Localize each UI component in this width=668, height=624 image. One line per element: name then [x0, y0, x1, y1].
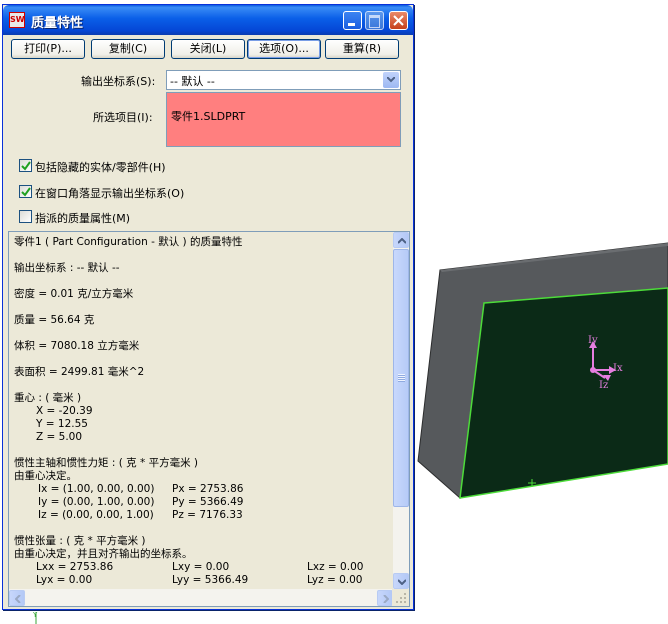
svg-text:Y: Y [32, 611, 38, 619]
result-lxx: Lxx = 2753.86 [36, 561, 114, 573]
show-coord-checkbox[interactable] [19, 185, 32, 198]
scroll-right-button[interactable] [377, 590, 393, 606]
front-face[interactable] [459, 287, 668, 499]
result-iy: Iy = (0.00, 1.00, 0.00) [38, 496, 155, 508]
result-tensor-note: 由重心决定，并且对齐输出的坐标系。 [14, 548, 193, 560]
vertical-scrollbar[interactable] [393, 232, 409, 589]
close-button[interactable]: 关闭(L) [171, 39, 245, 59]
assigned-props-checkbox[interactable] [19, 210, 32, 223]
coord-system-label: 输出坐标系(S): [81, 75, 156, 88]
solidworks-icon: SW [9, 12, 25, 28]
assigned-props-label[interactable]: 指派的质量属性(M) [35, 210, 130, 226]
result-header: 零件1 ( Part Configuration - 默认 ) 的质量特性 [14, 236, 243, 248]
include-hidden-checkbox[interactable] [19, 159, 32, 172]
window-title: 质量特性 [31, 16, 84, 31]
dropdown-button[interactable] [383, 72, 399, 88]
result-py: Py = 5366.49 [172, 496, 244, 508]
horizontal-scrollbar[interactable] [9, 589, 393, 606]
result-coord: 输出坐标系 : -- 默认 -- [14, 262, 120, 274]
result-iz: Iz = (0.00, 0.00, 1.00) [38, 509, 154, 521]
result-principal-title: 惯性主轴和惯性力矩 : ( 克 * 平方毫米 ) [14, 457, 199, 469]
chevron-left-icon [15, 595, 21, 603]
close-window-button[interactable] [389, 11, 408, 30]
corner-coordinate-triad: Y [32, 611, 38, 624]
recalculate-button[interactable]: 重算(R) [325, 39, 399, 59]
checkmark-icon [21, 161, 31, 171]
result-principal-note: 由重心决定。 [14, 470, 77, 482]
mass-properties-dialog: SW 质量特性 打印(P)... 复制(C) 关闭(L) 选项(O)... 重算… [2, 4, 414, 610]
title-bar[interactable]: SW 质量特性 [3, 5, 413, 35]
result-lyx: Lyx = 0.00 [36, 574, 93, 586]
chevron-down-icon [398, 579, 406, 585]
selected-items-label: 所选项目(I): [93, 111, 153, 124]
result-ix: Ix = (1.00, 0.00, 0.00) [38, 483, 155, 495]
chevron-right-icon [383, 595, 389, 603]
selected-items-list[interactable]: 零件1.SLDPRT [166, 92, 401, 147]
result-lyy: Lyy = 5366.49 [172, 574, 249, 586]
include-hidden-label[interactable]: 包括隐藏的实体/零部件(H) [35, 159, 166, 175]
checkmark-icon [21, 187, 31, 197]
show-coord-label[interactable]: 在窗口角落显示输出坐标系(O) [35, 185, 184, 201]
axis-label-z: Iz [599, 380, 608, 391]
result-lxy: Lxy = 0.00 [172, 561, 230, 573]
result-mass: 质量 = 56.64 克 [14, 314, 95, 326]
result-cg-title: 重心 : ( 毫米 ) [14, 392, 82, 404]
resize-grip[interactable] [392, 589, 409, 606]
close-icon [393, 15, 404, 26]
result-cg-z: Z = 5.00 [36, 431, 83, 443]
result-px: Px = 2753.86 [172, 483, 244, 495]
options-button[interactable]: 选项(O)... [247, 39, 321, 59]
result-cg-y: Y = 12.55 [36, 418, 88, 430]
selected-item[interactable]: 零件1.SLDPRT [171, 108, 245, 124]
result-lyz: Lyz = 0.00 [307, 574, 363, 586]
scroll-down-button[interactable] [393, 573, 409, 589]
chevron-up-icon [398, 238, 406, 244]
print-button[interactable]: 打印(P)... [11, 39, 85, 59]
chevron-down-icon [387, 77, 395, 83]
result-lxz: Lxz = 0.00 [307, 561, 364, 573]
coord-system-value: -- 默认 -- [170, 75, 215, 88]
scroll-left-button[interactable] [9, 590, 25, 606]
minimize-button[interactable] [343, 11, 362, 30]
result-volume: 体积 = 7080.18 立方毫米 [14, 340, 140, 352]
results-content: 零件1 ( Part Configuration - 默认 ) 的质量特性 输出… [14, 234, 394, 598]
result-tensor-title: 惯性张量 : ( 克 * 平方毫米 ) [14, 535, 146, 547]
result-surface-area: 表面积 = 2499.81 毫米^2 [14, 366, 145, 378]
copy-button[interactable]: 复制(C) [91, 39, 165, 59]
axis-label-x: Ix [613, 363, 623, 374]
axis-label-y: Iy [588, 335, 598, 346]
resize-grip-icon [396, 593, 406, 603]
coord-system-select[interactable]: -- 默认 -- [166, 70, 401, 90]
maximize-button [365, 11, 384, 30]
results-textarea[interactable]: 零件1 ( Part Configuration - 默认 ) 的质量特性 输出… [8, 231, 410, 607]
scroll-up-button[interactable] [393, 232, 409, 248]
scroll-thumb[interactable] [393, 249, 409, 507]
result-pz: Pz = 7176.33 [172, 509, 243, 521]
result-density: 密度 = 0.01 克/立方毫米 [14, 288, 134, 300]
result-cg-x: X = -20.39 [36, 405, 93, 417]
